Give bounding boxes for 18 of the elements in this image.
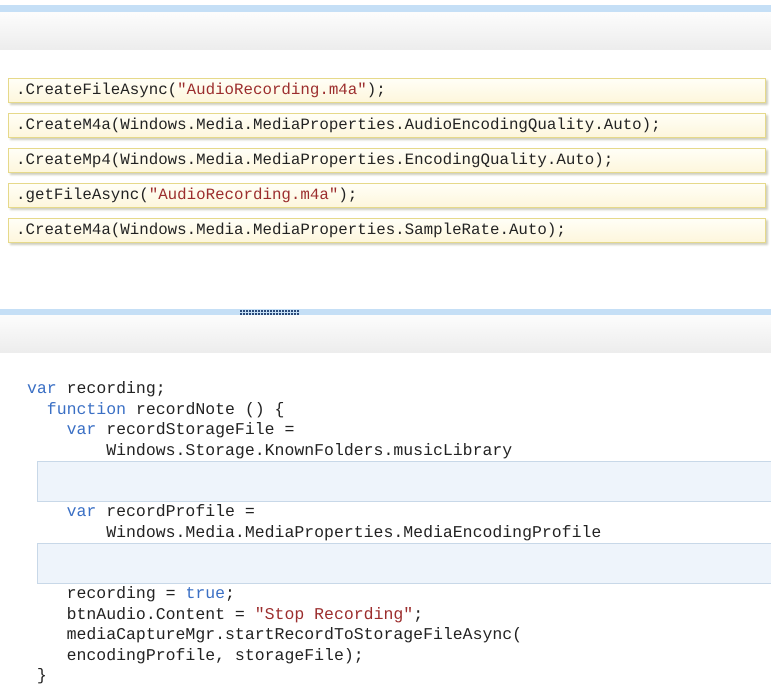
code-line: var recordProfile = [66, 502, 256, 522]
code-line: Windows.Storage.KnownFolders.musicLibrary [105, 440, 514, 461]
code-line: encodingProfile, storageFile); [66, 646, 365, 666]
code-line: Windows.Media.MediaProperties.MediaEncodingProfile [105, 522, 602, 543]
code-line: recording = true; [66, 584, 236, 604]
code-line: mediaCaptureMgr.startRecordToStorageFileAsync( [66, 625, 524, 646]
grip-icon[interactable] [240, 310, 300, 315]
code-line: var recording; [27, 379, 167, 400]
answer-choice[interactable]: .CreateMp4(Windows.Media.MediaProperties.EncodingQuality.Auto); [8, 148, 766, 173]
answer-choice[interactable]: .getFileAsync("AudioRecording.m4a"); [8, 183, 766, 208]
code-line: var recordStorageFile = [66, 420, 296, 440]
code-line: function recordNote () { [46, 400, 286, 420]
splitter-bar[interactable] [0, 309, 771, 315]
code-line: } [36, 666, 48, 686]
answer-choice[interactable]: .CreateM4a(Windows.Media.MediaProperties.SampleRate.Auto); [8, 218, 766, 243]
code-line: btnAudio.Content = "Stop Recording"; [66, 604, 424, 625]
answer-choice[interactable]: .CreateM4a(Windows.Media.MediaProperties.AudioEncodingQuality.Auto); [8, 113, 766, 138]
answer-choice[interactable]: .CreateFileAsync("AudioRecording.m4a"); [8, 78, 766, 103]
